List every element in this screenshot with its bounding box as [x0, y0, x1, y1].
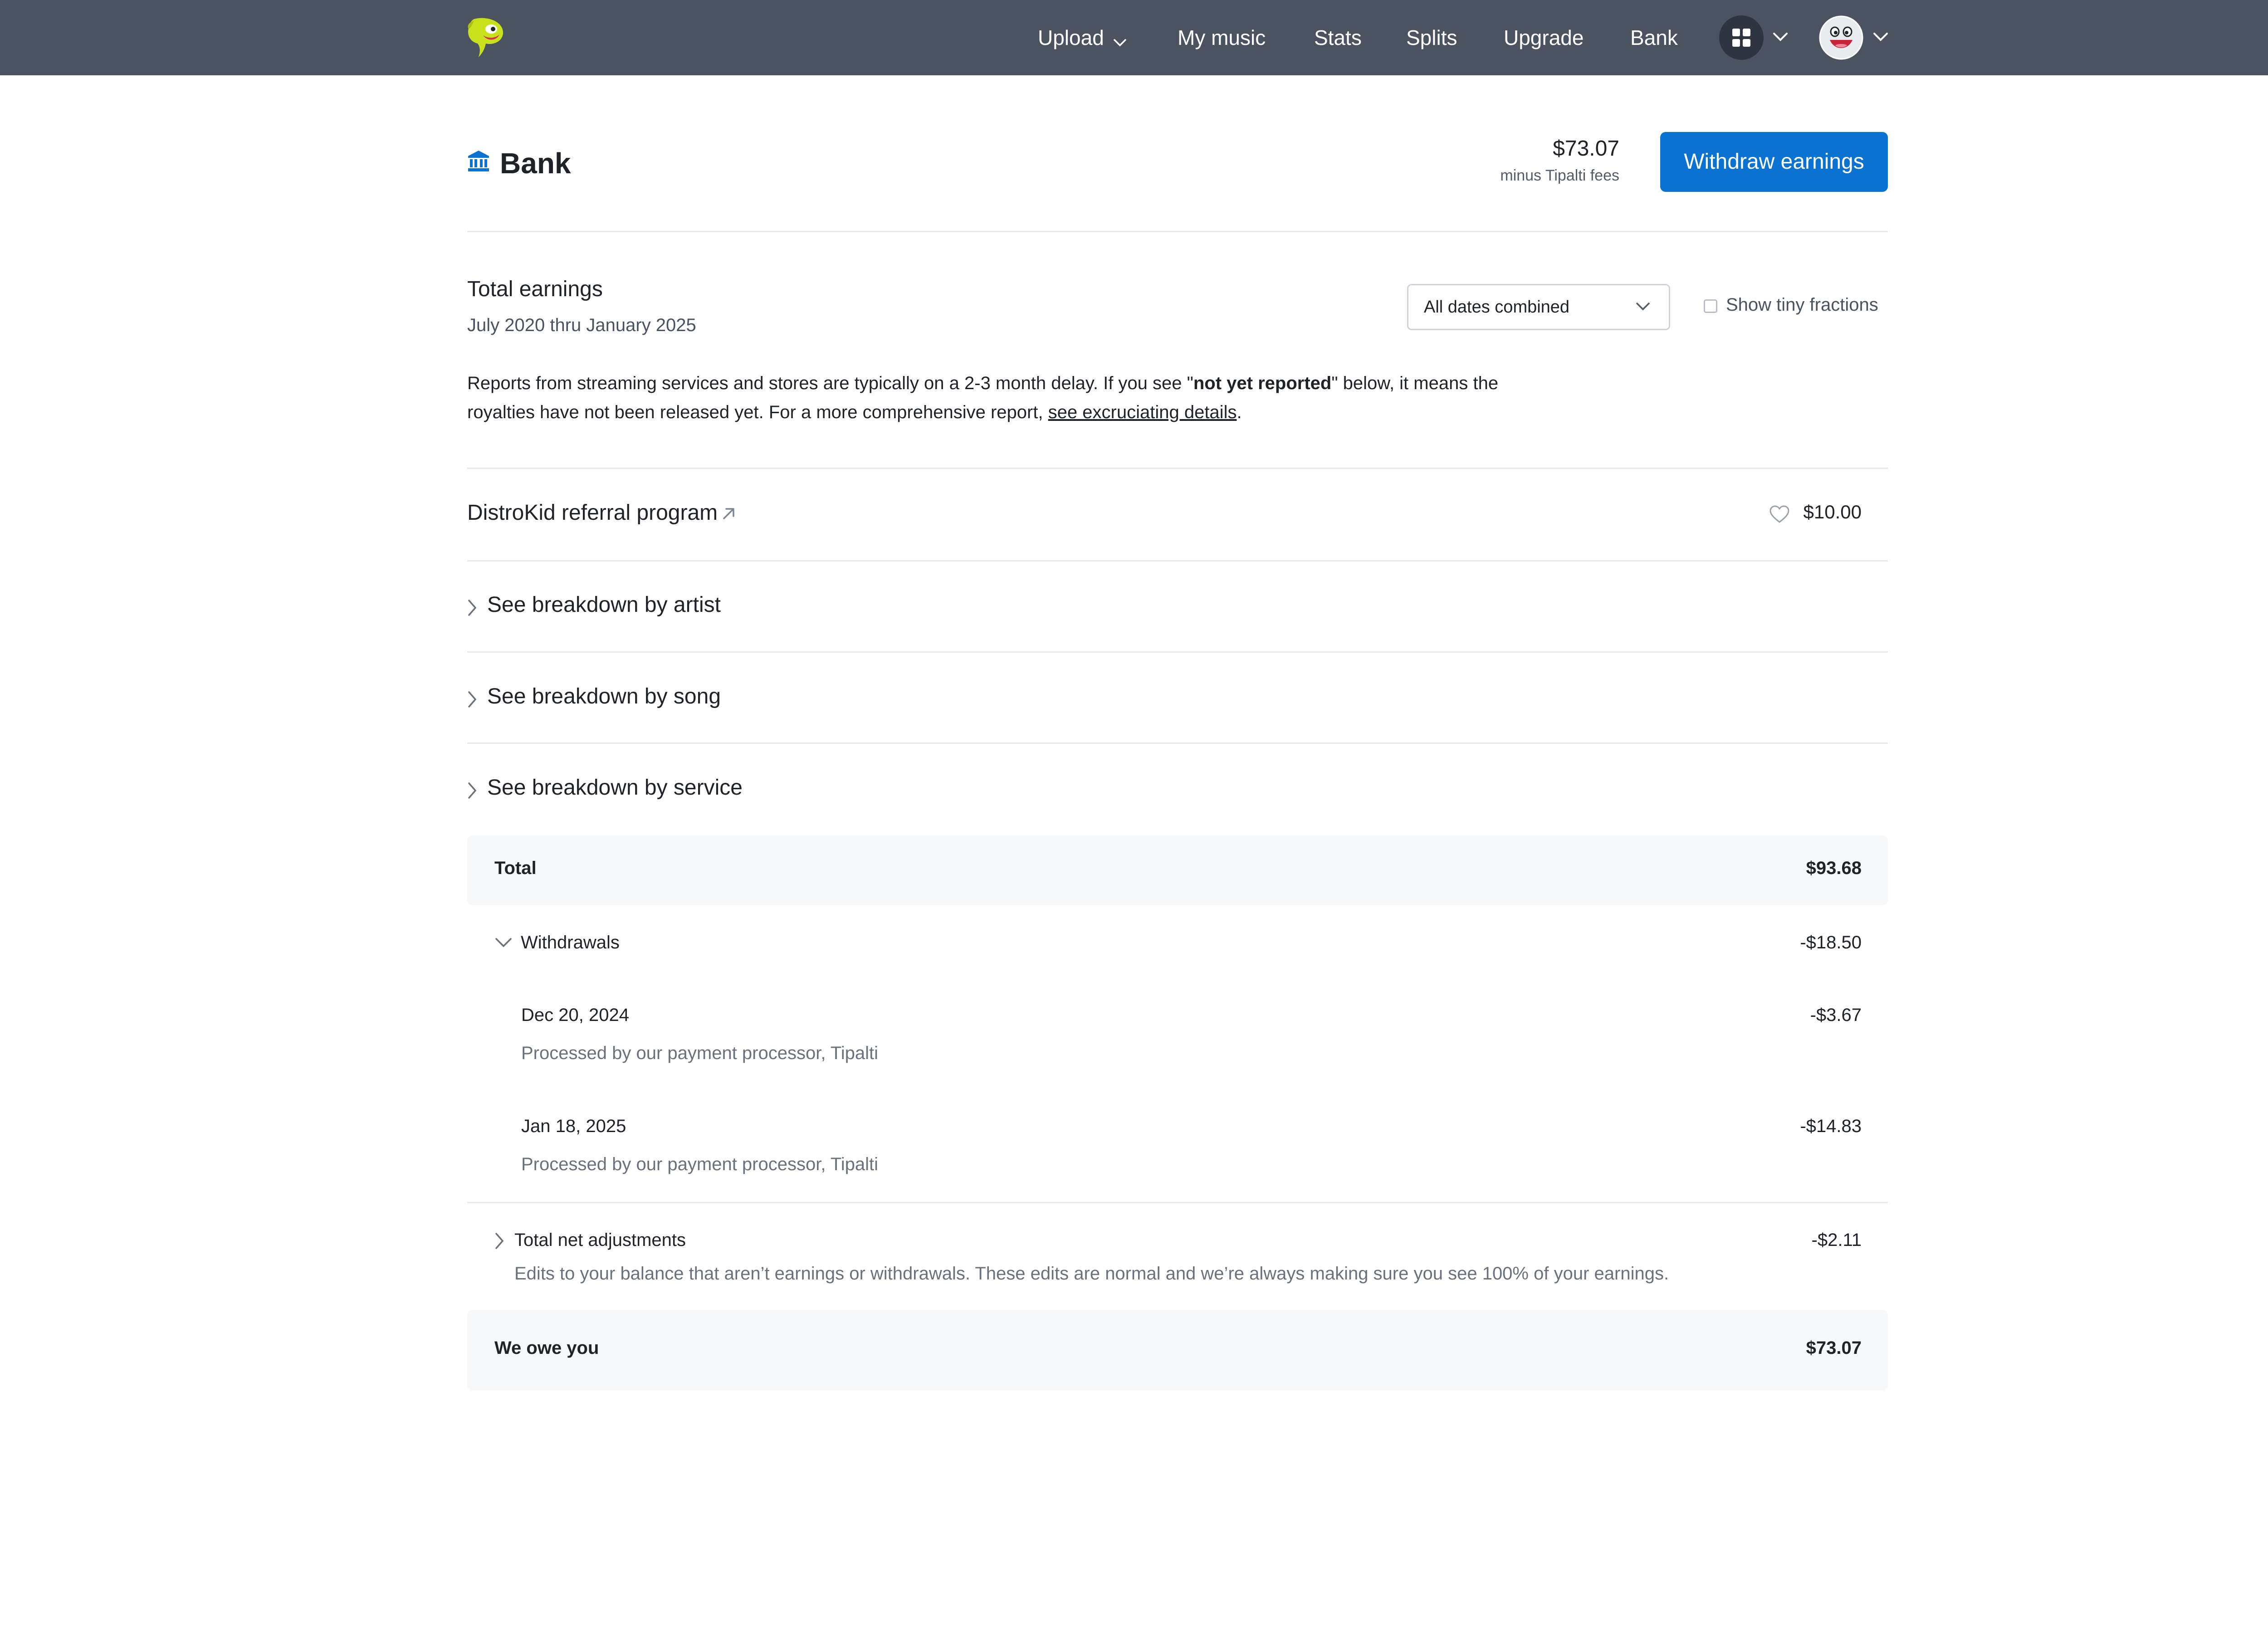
breakdown-by-song-label: See breakdown by song	[487, 684, 721, 708]
breakdown-by-service-toggle[interactable]: See breakdown by service	[467, 775, 921, 807]
date-filter-value: All dates combined	[1424, 298, 1570, 317]
withdraw-earnings-button[interactable]: Withdraw earnings	[1660, 132, 1888, 192]
distrokid-logo-icon[interactable]	[465, 15, 506, 59]
apps-chevron-down-icon[interactable]	[1772, 32, 1789, 42]
reports-text-part: .	[1237, 402, 1242, 422]
not-yet-reported-text: not yet reported	[1193, 373, 1332, 393]
excruciating-details-link[interactable]: see excruciating details	[1048, 402, 1237, 422]
bank-building-icon	[468, 151, 489, 171]
user-avatar-icon[interactable]	[1819, 15, 1863, 60]
earnings-date-range: July 2020 thru January 2025	[467, 315, 696, 335]
chevron-down-icon	[1636, 303, 1650, 311]
external-link-arrow-icon[interactable]	[721, 506, 737, 521]
nav-upgrade[interactable]: Upgrade	[1504, 23, 1584, 53]
breakdown-by-artist-toggle[interactable]: See breakdown by artist	[467, 592, 921, 624]
divider	[467, 468, 1888, 469]
apps-grid-button[interactable]	[1719, 15, 1764, 60]
nav-bank-label: Bank	[1630, 26, 1678, 49]
divider	[467, 1202, 1888, 1203]
tiny-fractions-checkbox[interactable]	[1704, 299, 1717, 313]
chevron-down-icon	[1113, 24, 1127, 54]
top-nav-bar: Upload My music Stats Splits Upgrade Ban…	[0, 0, 2268, 75]
total-earnings-title: Total earnings	[467, 277, 603, 301]
withdrawals-amount: -$18.50	[1800, 933, 1862, 952]
chevron-right-icon	[495, 1233, 504, 1249]
balance-amount: $73.07	[1553, 137, 1619, 161]
chevron-down-icon	[495, 938, 512, 947]
withdrawal-amount: -$14.83	[1800, 1116, 1862, 1136]
nav-splits[interactable]: Splits	[1406, 23, 1457, 53]
breakdown-by-artist-label: See breakdown by artist	[487, 593, 721, 617]
nav-my-music[interactable]: My music	[1178, 23, 1266, 53]
tiny-fractions-label[interactable]: Show tiny fractions	[1726, 295, 1878, 315]
divider	[467, 742, 1888, 744]
nav-upload-label: Upload	[1038, 26, 1104, 49]
we-owe-you-label: We owe you	[494, 1338, 599, 1358]
nav-stats-label: Stats	[1314, 26, 1362, 49]
withdrawals-label: Withdrawals	[521, 933, 620, 952]
total-label: Total	[494, 858, 537, 878]
referral-program-link[interactable]: DistroKid referral program	[467, 500, 718, 525]
net-adjustments-label: Total net adjustments	[514, 1230, 686, 1250]
breakdown-by-service-label: See breakdown by service	[487, 776, 743, 800]
chevron-right-icon	[468, 782, 477, 799]
nav-stats[interactable]: Stats	[1314, 23, 1362, 53]
nav-upload[interactable]: Upload	[1038, 23, 1127, 53]
we-owe-you-row: We owe you $73.07	[467, 1310, 1888, 1391]
withdrawal-date: Jan 18, 2025	[521, 1116, 626, 1136]
reports-text-part: Reports from streaming services and stor…	[467, 373, 1193, 393]
divider	[467, 231, 1888, 232]
withdrawal-note: Processed by our payment processor, Tipa…	[521, 1154, 879, 1174]
withdrawal-note: Processed by our payment processor, Tipa…	[521, 1043, 879, 1063]
withdrawal-date: Dec 20, 2024	[521, 1005, 629, 1025]
date-filter-select[interactable]: All dates combined	[1407, 284, 1670, 330]
nav-splits-label: Splits	[1406, 26, 1457, 49]
bank-title-text: Bank	[500, 147, 571, 180]
net-adjustments-toggle[interactable]: Total net adjustments	[494, 1227, 812, 1255]
withdrawal-amount: -$3.67	[1810, 1005, 1862, 1025]
breakdown-by-song-toggle[interactable]: See breakdown by song	[467, 684, 921, 716]
divider	[467, 651, 1888, 653]
balance-fee-note: minus Tipalti fees	[1500, 167, 1619, 184]
reports-info-text: Reports from streaming services and stor…	[467, 369, 1565, 427]
total-amount: $93.68	[1806, 858, 1862, 878]
net-adjustments-amount: -$2.11	[1811, 1230, 1862, 1250]
chevron-right-icon	[468, 600, 477, 616]
divider	[467, 560, 1888, 562]
chevron-right-icon	[468, 691, 477, 708]
nav-upgrade-label: Upgrade	[1504, 26, 1584, 49]
nav-bank[interactable]: Bank	[1630, 23, 1678, 53]
withdrawals-toggle[interactable]: Withdrawals	[494, 930, 767, 957]
account-chevron-down-icon[interactable]	[1872, 32, 1889, 42]
we-owe-you-amount: $73.07	[1806, 1338, 1862, 1358]
referral-amount: $10.00	[1803, 501, 1862, 522]
nav-my-music-label: My music	[1178, 26, 1266, 49]
total-row: Total $93.68	[467, 835, 1888, 905]
net-adjustments-note: Edits to your balance that aren’t earnin…	[514, 1264, 1669, 1284]
